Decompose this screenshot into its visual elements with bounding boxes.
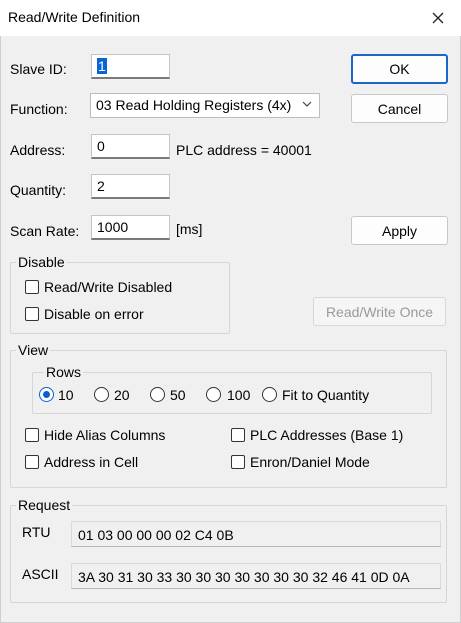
read-write-once-button[interactable]: Read/Write Once	[313, 297, 446, 326]
scan-rate-label: Scan Rate:	[10, 223, 80, 239]
quantity-input[interactable]: 2	[91, 174, 170, 199]
address-in-cell-checkbox[interactable]	[25, 455, 39, 469]
rows-radio-fit-to-quantity[interactable]	[262, 387, 277, 402]
rows-radio-50[interactable]	[150, 387, 165, 402]
rows-label-50: 50	[170, 387, 186, 403]
apply-button[interactable]: Apply	[351, 216, 448, 245]
function-select[interactable]: 03 Read Holding Registers (4x)	[90, 93, 320, 118]
disable-group-title: Disable	[16, 254, 67, 270]
address-label: Address:	[10, 142, 66, 158]
close-icon	[432, 12, 444, 24]
ascii-value-field[interactable]: 3A 30 31 30 33 30 30 30 30 30 30 30 32 4…	[71, 563, 441, 589]
rows-radio-10[interactable]	[39, 387, 54, 402]
ascii-label: ASCII	[22, 566, 59, 582]
view-group-title: View	[16, 342, 51, 358]
rows-label-20: 20	[114, 387, 130, 403]
rows-label-fit-to-quantity: Fit to Quantity	[282, 387, 370, 403]
read-write-disabled-label: Read/Write Disabled	[44, 279, 173, 295]
hide-alias-columns-checkbox[interactable]	[25, 428, 39, 442]
address-input[interactable]: 0	[91, 134, 170, 159]
plc-address-text: PLC address = 40001	[176, 142, 312, 158]
chevron-down-icon	[301, 97, 313, 113]
function-label: Function:	[10, 101, 68, 117]
enron-daniel-mode-checkbox[interactable]	[231, 455, 245, 469]
slave-id-label: Slave ID:	[10, 61, 67, 77]
address-in-cell-label: Address in Cell	[44, 454, 139, 470]
rows-label-10: 10	[58, 387, 74, 403]
scan-rate-input[interactable]: 1000	[91, 215, 170, 240]
plc-addresses-base1-checkbox[interactable]	[231, 428, 245, 442]
rows-radio-100[interactable]	[206, 387, 221, 402]
scan-rate-unit: [ms]	[176, 221, 203, 237]
slave-id-value: 1	[97, 58, 107, 74]
cancel-button[interactable]: Cancel	[351, 94, 448, 123]
plc-addresses-base1-label: PLC Addresses (Base 1)	[250, 427, 404, 443]
disable-on-error-checkbox[interactable]	[25, 307, 39, 321]
rtu-label: RTU	[22, 524, 51, 540]
enron-daniel-mode-label: Enron/Daniel Mode	[250, 454, 370, 470]
address-value: 0	[97, 138, 105, 154]
request-group-title: Request	[16, 497, 73, 513]
slave-id-input[interactable]: 1	[91, 54, 170, 79]
quantity-value: 2	[97, 178, 105, 194]
scan-rate-value: 1000	[97, 219, 129, 235]
ok-button[interactable]: OK	[351, 54, 448, 84]
rows-label-100: 100	[227, 387, 251, 403]
rtu-value: 01 03 00 00 00 02 C4 0B	[78, 527, 234, 543]
function-value: 03 Read Holding Registers (4x)	[96, 97, 292, 113]
disable-group	[10, 262, 230, 334]
read-write-disabled-checkbox[interactable]	[25, 280, 39, 294]
disable-on-error-label: Disable on error	[44, 306, 144, 322]
window-title: Read/Write Definition	[8, 9, 141, 25]
hide-alias-columns-label: Hide Alias Columns	[44, 427, 166, 443]
rows-group-title: Rows	[44, 364, 84, 380]
ascii-value: 3A 30 31 30 33 30 30 30 30 30 30 30 32 4…	[78, 569, 410, 585]
rows-radio-20[interactable]	[94, 387, 109, 402]
quantity-label: Quantity:	[10, 182, 67, 198]
rtu-value-field[interactable]: 01 03 00 00 00 02 C4 0B	[71, 521, 441, 547]
close-button[interactable]	[423, 3, 453, 33]
title-bar: Read/Write Definition	[0, 0, 461, 36]
